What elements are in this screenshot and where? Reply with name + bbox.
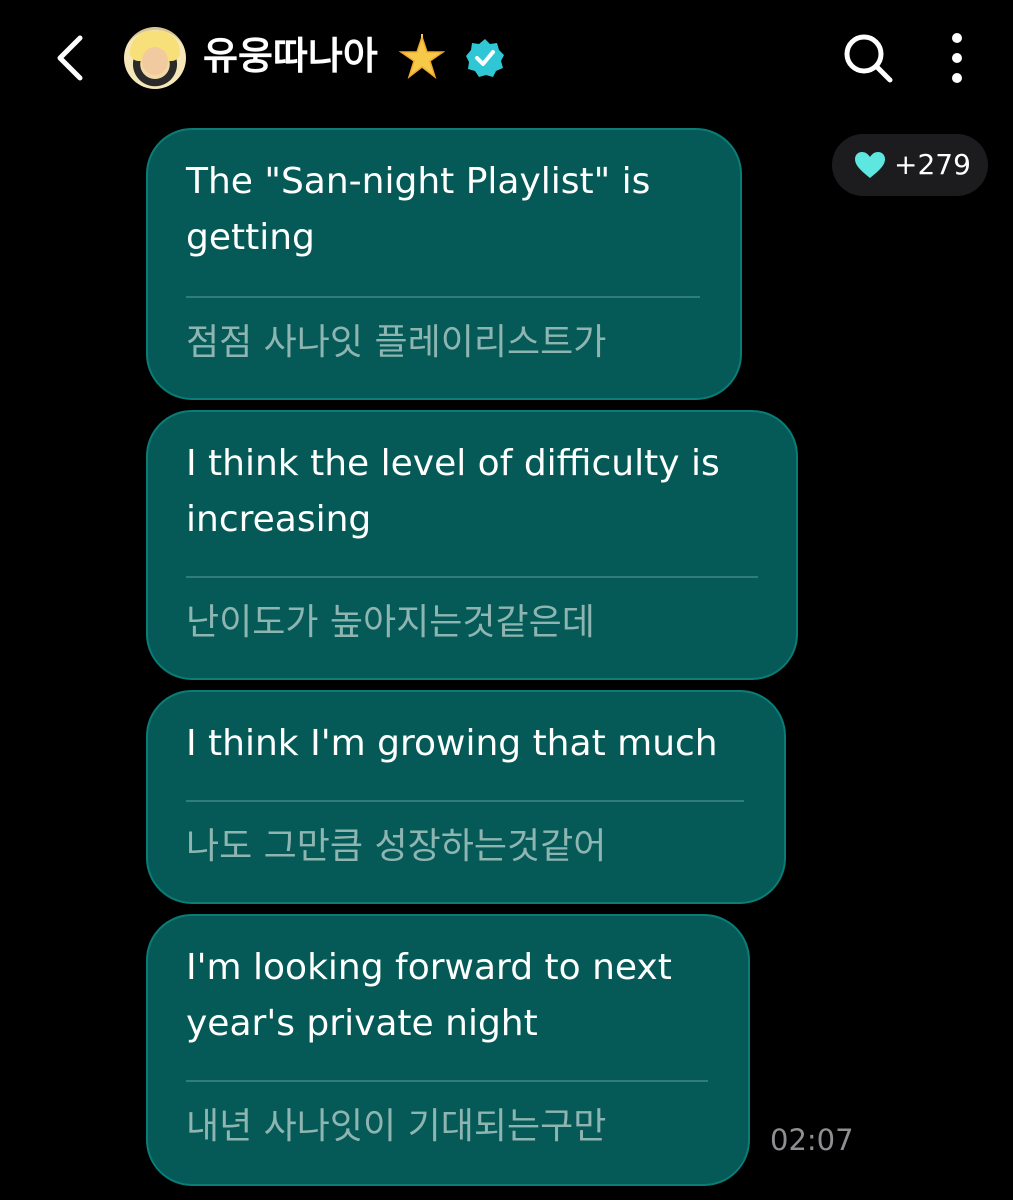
reaction-count: +279 — [894, 148, 971, 181]
back-button[interactable] — [50, 32, 94, 84]
message-timestamp: 02:07 — [770, 1123, 854, 1157]
divider — [186, 296, 700, 298]
translation-text: 난이도가 높아지는것같은데 — [186, 602, 595, 643]
chat-header: 유웅따나아 — [0, 0, 1013, 112]
more-vertical-icon — [952, 33, 962, 83]
message-text: The "San-night Playlist" is getting — [186, 161, 651, 258]
message-bubble[interactable]: The "San-night Playlist" is getting 점점 사… — [146, 128, 742, 400]
divider — [186, 1080, 708, 1082]
message-bubble[interactable]: I think I'm growing that much 나도 그만큼 성장하… — [146, 690, 786, 904]
message-text: I think the level of difficulty is incre… — [186, 443, 720, 540]
heart-icon — [855, 152, 885, 178]
translation-text: 내년 사나잇이 기대되는구만 — [186, 1106, 607, 1147]
translation-text: 나도 그만큼 성장하는것같어 — [186, 826, 607, 867]
search-icon — [844, 34, 893, 83]
message-bubble[interactable]: I'm looking forward to next year's priva… — [146, 914, 750, 1186]
reaction-badge[interactable]: +279 — [832, 134, 988, 196]
message-text: I'm looking forward to next year's priva… — [186, 947, 672, 1044]
chat-title[interactable]: 유웅따나아 — [203, 30, 378, 82]
verified-badge-icon — [466, 39, 504, 77]
search-button[interactable] — [840, 30, 896, 86]
divider — [186, 576, 758, 578]
avatar[interactable] — [124, 27, 186, 89]
divider — [186, 800, 744, 802]
message-bubble[interactable]: I think the level of difficulty is incre… — [146, 410, 798, 680]
message-text: I think I'm growing that much — [186, 723, 718, 764]
glowing-star-icon — [398, 34, 446, 80]
chevron-left-icon — [57, 35, 83, 81]
more-options-button[interactable] — [940, 30, 974, 86]
translation-text: 점점 사나잇 플레이리스트가 — [186, 322, 607, 363]
